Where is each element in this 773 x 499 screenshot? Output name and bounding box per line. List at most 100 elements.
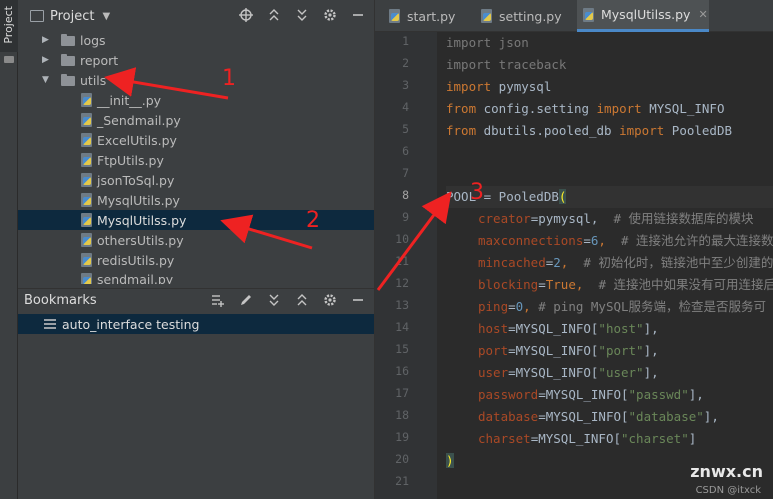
code-line-2: import traceback [446,54,566,76]
code-text: = [538,277,546,292]
project-panel-title[interactable]: Project [50,9,94,24]
string: "user" [598,365,644,380]
tree-item-mysqlutilss-py[interactable]: MysqlUtilss.py [18,210,374,230]
project-panel: Project ▼ ▶ logs ▶ report ▼ utils __init… [18,0,389,499]
line-number: 13 [395,298,409,312]
line-number: 4 [402,100,409,114]
gear-icon[interactable] [322,292,338,308]
chevron-down-icon[interactable]: ▼ [102,11,110,22]
line-number: 17 [395,386,409,400]
line-number: 11 [395,254,409,268]
code-line-20: ) [446,450,454,472]
line-number: 12 [395,276,409,290]
tool-window-stripe: Project [0,0,18,499]
code-text: PooledDB [664,123,732,138]
param-name: database [478,409,539,424]
param-name: password [478,387,539,402]
code-text: =MYSQL_INFO[ [538,387,629,402]
line-number: 19 [395,430,409,444]
line-number: 21 [395,474,409,488]
tab-label: MysqlUtilss.py [601,7,691,22]
tree-item-excelutils-py[interactable]: ExcelUtils.py [18,130,374,150]
chevron-right-icon[interactable]: ▶ [42,35,49,45]
code-text: MYSQL_INFO [641,101,725,116]
code-text: ], [643,343,659,358]
keyword: import [596,101,642,116]
tree-item-sendmail-private-py[interactable]: _Sendmail.py [18,110,374,130]
code-text: POOL = PooledDB [446,189,559,204]
code-text: ], [643,365,659,380]
code-text: =MYSQL_INFO[ [508,365,599,380]
tree-item-jsontosql-py[interactable]: jsonToSql.py [18,170,374,190]
keyword: from [446,123,477,138]
chevron-right-icon[interactable]: ▶ [42,55,49,65]
tab-mysqlutilss-py[interactable]: MysqlUtilss.py ✕ [577,0,709,32]
pencil-icon[interactable] [238,292,254,308]
minimize-icon[interactable] [350,7,366,23]
tree-item-init-py[interactable]: __init__.py [18,90,374,110]
param-name: port [478,343,509,358]
editor-tabs: start.py setting.py MysqlUtilss.py ✕ [375,0,773,32]
bookmark-item[interactable]: auto_interface testing [18,314,374,334]
tab-start-py[interactable]: start.py [383,0,475,32]
locate-icon[interactable] [238,7,254,23]
minimize-icon[interactable] [350,292,366,308]
line-number: 9 [402,210,409,224]
collapse-all-icon[interactable] [294,292,310,308]
gear-icon[interactable] [322,7,338,23]
code-text: =MYSQL_INFO[ [508,343,599,358]
folder-icon [61,74,75,86]
collapse-all-icon[interactable] [266,7,282,23]
code-line-15: port=MYSQL_INFO["port"], [478,340,659,362]
code-area[interactable]: import json import traceback import pymy… [446,32,773,499]
tree-item-mysqlutils-py[interactable]: MysqlUtils.py [18,190,374,210]
code-text: config.setting [476,101,597,116]
tree-item-othersutils-py[interactable]: othersUtils.py [18,230,374,250]
line-number: 7 [402,166,409,180]
python-file-icon [81,193,93,207]
code-text: dbutils.pooled_db [476,123,620,138]
expand-all-icon[interactable] [294,7,310,23]
param-name: mincached [478,255,546,270]
tree-item-label: jsonToSql.py [97,172,175,188]
code-line-10: maxconnections=6, # 连接池允许的最大连接数 [478,230,773,252]
watermark-logo: znwx.cn [690,462,763,481]
close-icon[interactable]: ✕ [698,8,707,21]
editor: start.py setting.py MysqlUtilss.py ✕ 1 2… [374,0,773,499]
code-text: =MYSQL_INFO[ [538,409,629,424]
tree-item-label: MysqlUtils.py [97,192,180,208]
code-text: ], [703,409,719,424]
code-line-12: blocking=True, # 连接池中如果没有可用连接后 [478,274,773,296]
code-text: =MYSQL_INFO[ [508,321,599,336]
param-name: blocking [478,277,539,292]
project-stripe-label: Project [2,6,15,44]
comment: # ping MySQL服务端，检查是否服务可 [530,299,767,314]
python-file-icon [81,133,93,147]
annotation-number-1: 1 [222,66,236,91]
param-name: host [478,321,509,336]
code-line-5: from dbutils.pooled_db import PooledDB [446,120,732,142]
tree-item-report[interactable]: ▶ report [18,50,374,70]
tree-item-redisutils-py[interactable]: redisUtils.py [18,250,374,270]
tree-item-label: MysqlUtilss.py [97,212,187,228]
chevron-down-icon[interactable]: ▼ [42,75,49,85]
python-file-icon [81,273,93,284]
folder-icon [4,56,14,63]
tree-item-label: FtpUtils.py [97,152,164,168]
expand-all-icon[interactable] [266,292,282,308]
line-number: 10 [395,232,409,246]
tree-item-utils[interactable]: ▼ utils [18,70,374,90]
param-name: maxconnections [478,233,584,248]
tree-item-ftputils-py[interactable]: FtpUtils.py [18,150,374,170]
string: "passwd" [628,387,689,402]
code-line-11: mincached=2, # 初始化时，链接池中至少创建的 [478,252,773,274]
folder-icon [61,34,75,46]
tree-item-logs[interactable]: ▶ logs [18,30,374,50]
project-stripe-tab[interactable]: Project [0,0,18,52]
tree-item-label: redisUtils.py [97,252,175,268]
param-name: creator [478,211,531,226]
code-line-8: POOL = PooledDB( [446,186,567,208]
add-bookmark-icon[interactable] [210,292,226,308]
tree-item-sendmail-py[interactable]: sendmail.py [18,270,374,284]
tab-setting-py[interactable]: setting.py [475,0,575,32]
